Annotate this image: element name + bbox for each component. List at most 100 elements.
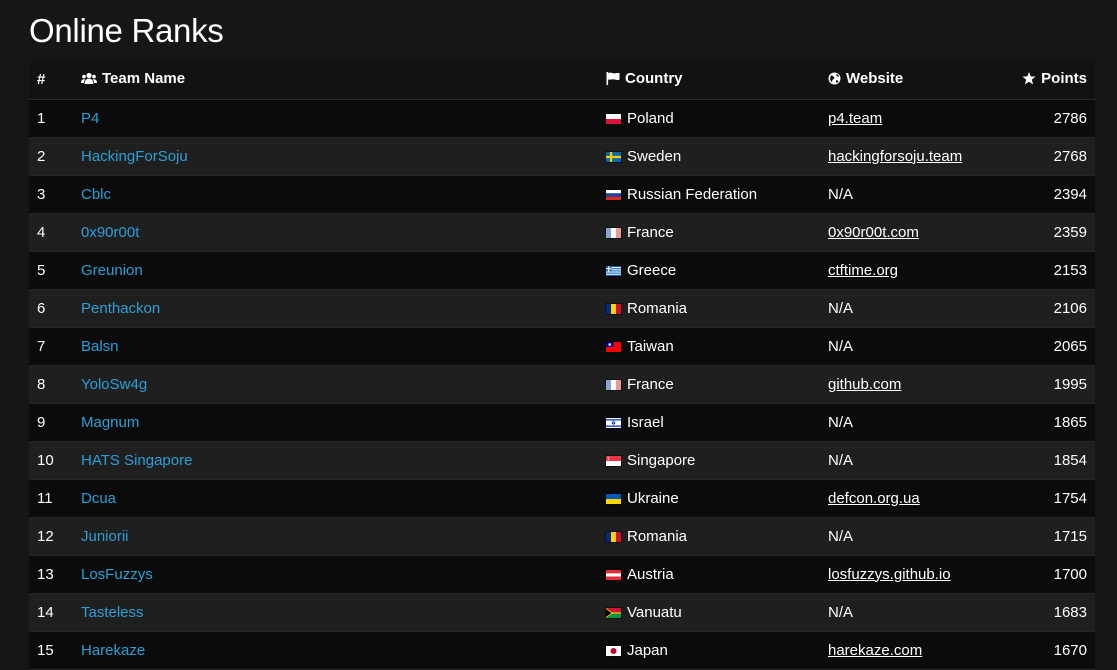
- rank-value: 4: [37, 223, 46, 241]
- team-link[interactable]: YoloSw4g: [81, 376, 147, 393]
- team-link[interactable]: Juniorii: [81, 528, 129, 545]
- points-cell: 1865: [1005, 403, 1095, 441]
- website-cell: N/A: [820, 327, 1005, 365]
- singapore-flag-icon: [606, 455, 621, 466]
- team-cell: Dcua: [73, 479, 598, 517]
- column-header-team-label: Team Name: [102, 70, 186, 88]
- team-link[interactable]: Dcua: [81, 490, 116, 507]
- points-cell: 1683: [1005, 593, 1095, 631]
- website-link[interactable]: p4.team: [828, 110, 882, 127]
- rank-cell: 9: [29, 403, 73, 441]
- website-link[interactable]: hackingforsoju.team: [828, 148, 962, 165]
- team-link[interactable]: Greunion: [81, 262, 143, 279]
- country-cell: France: [598, 365, 820, 403]
- table-row: 7 Balsn Taiwan N/A 2065: [29, 327, 1095, 365]
- column-header-team[interactable]: Team Name: [73, 61, 598, 100]
- table-row: 12 Juniorii Romania N/A 1715: [29, 517, 1095, 555]
- column-header-rank[interactable]: #: [29, 61, 73, 100]
- japan-flag-icon: [606, 645, 621, 656]
- poland-flag-icon: [606, 113, 621, 124]
- column-header-website[interactable]: Website: [820, 61, 1005, 100]
- points-cell: 1670: [1005, 631, 1095, 669]
- country-cell: Ukraine: [598, 479, 820, 517]
- points-cell: 2065: [1005, 327, 1095, 365]
- website-text: N/A: [828, 413, 854, 431]
- ranks-table: # Team Name Country Website Points 1 P4 …: [29, 61, 1095, 670]
- points-value: 2786: [1053, 109, 1087, 127]
- team-link[interactable]: Balsn: [81, 338, 119, 355]
- website-link[interactable]: 0x90r00t.com: [828, 224, 919, 241]
- website-cell: N/A: [820, 517, 1005, 555]
- team-link[interactable]: Magnum: [81, 414, 139, 431]
- team-link[interactable]: 0x90r00t: [81, 224, 139, 241]
- team-link[interactable]: Cblc: [81, 186, 111, 203]
- website-link[interactable]: github.com: [828, 376, 901, 393]
- country-cell: Romania: [598, 289, 820, 327]
- team-link[interactable]: Penthackon: [81, 300, 160, 317]
- points-cell: 1754: [1005, 479, 1095, 517]
- website-cell: losfuzzys.github.io: [820, 555, 1005, 593]
- points-value: 1865: [1053, 413, 1087, 431]
- points-value: 2359: [1053, 223, 1087, 241]
- team-link[interactable]: LosFuzzys: [81, 566, 153, 583]
- points-value: 1754: [1053, 489, 1087, 507]
- website-cell: github.com: [820, 365, 1005, 403]
- team-cell: Penthackon: [73, 289, 598, 327]
- flag-icon: [606, 72, 620, 89]
- points-cell: 2106: [1005, 289, 1095, 327]
- website-cell: harekaze.com: [820, 631, 1005, 669]
- website-link[interactable]: harekaze.com: [828, 642, 922, 659]
- website-link[interactable]: defcon.org.ua: [828, 490, 920, 507]
- rank-value: 6: [37, 299, 46, 317]
- team-link[interactable]: HATS Singapore: [81, 452, 192, 469]
- column-header-points[interactable]: Points: [1005, 61, 1095, 100]
- team-cell: Harekaze: [73, 631, 598, 669]
- taiwan-flag-icon: [606, 341, 621, 352]
- france-flag-icon: [606, 379, 621, 390]
- website-cell: 0x90r00t.com: [820, 213, 1005, 251]
- country-name: Austria: [627, 565, 674, 583]
- points-value: 1700: [1053, 565, 1087, 583]
- austria-flag-icon: [606, 569, 621, 580]
- rank-cell: 15: [29, 631, 73, 669]
- column-header-country[interactable]: Country: [598, 61, 820, 100]
- rank-value: 11: [37, 489, 53, 507]
- team-link[interactable]: HackingForSoju: [81, 148, 188, 165]
- team-cell: Magnum: [73, 403, 598, 441]
- website-link[interactable]: losfuzzys.github.io: [828, 566, 951, 583]
- website-text: N/A: [828, 451, 854, 469]
- website-text: N/A: [828, 603, 854, 621]
- country-cell: Greece: [598, 251, 820, 289]
- team-link[interactable]: Tasteless: [81, 604, 144, 621]
- website-text: N/A: [828, 527, 854, 545]
- romania-flag-icon: [606, 531, 621, 542]
- rank-value: 14: [37, 603, 54, 621]
- rank-cell: 5: [29, 251, 73, 289]
- table-row: 6 Penthackon Romania N/A 2106: [29, 289, 1095, 327]
- rank-value: 12: [37, 527, 54, 545]
- column-header-website-label: Website: [846, 70, 904, 88]
- points-cell: 1854: [1005, 441, 1095, 479]
- team-link[interactable]: Harekaze: [81, 642, 145, 659]
- rank-value: 7: [37, 337, 46, 355]
- points-value: 2106: [1053, 299, 1087, 317]
- team-cell: Greunion: [73, 251, 598, 289]
- country-name: Taiwan: [627, 337, 674, 355]
- rank-value: 8: [37, 375, 46, 393]
- rank-value: 2: [37, 147, 46, 165]
- website-link[interactable]: ctftime.org: [828, 262, 898, 279]
- website-cell: ctftime.org: [820, 251, 1005, 289]
- team-link[interactable]: P4: [81, 110, 99, 127]
- team-cell: Juniorii: [73, 517, 598, 555]
- website-cell: hackingforsoju.team: [820, 137, 1005, 175]
- points-value: 1854: [1053, 451, 1087, 469]
- team-cell: HATS Singapore: [73, 441, 598, 479]
- country-cell: Israel: [598, 403, 820, 441]
- rank-cell: 4: [29, 213, 73, 251]
- france-flag-icon: [606, 227, 621, 238]
- country-name: Romania: [627, 299, 688, 317]
- points-cell: 1715: [1005, 517, 1095, 555]
- table-row: 10 HATS Singapore Singapore N/A 1854: [29, 441, 1095, 479]
- rank-cell: 11: [29, 479, 73, 517]
- points-cell: 2359: [1005, 213, 1095, 251]
